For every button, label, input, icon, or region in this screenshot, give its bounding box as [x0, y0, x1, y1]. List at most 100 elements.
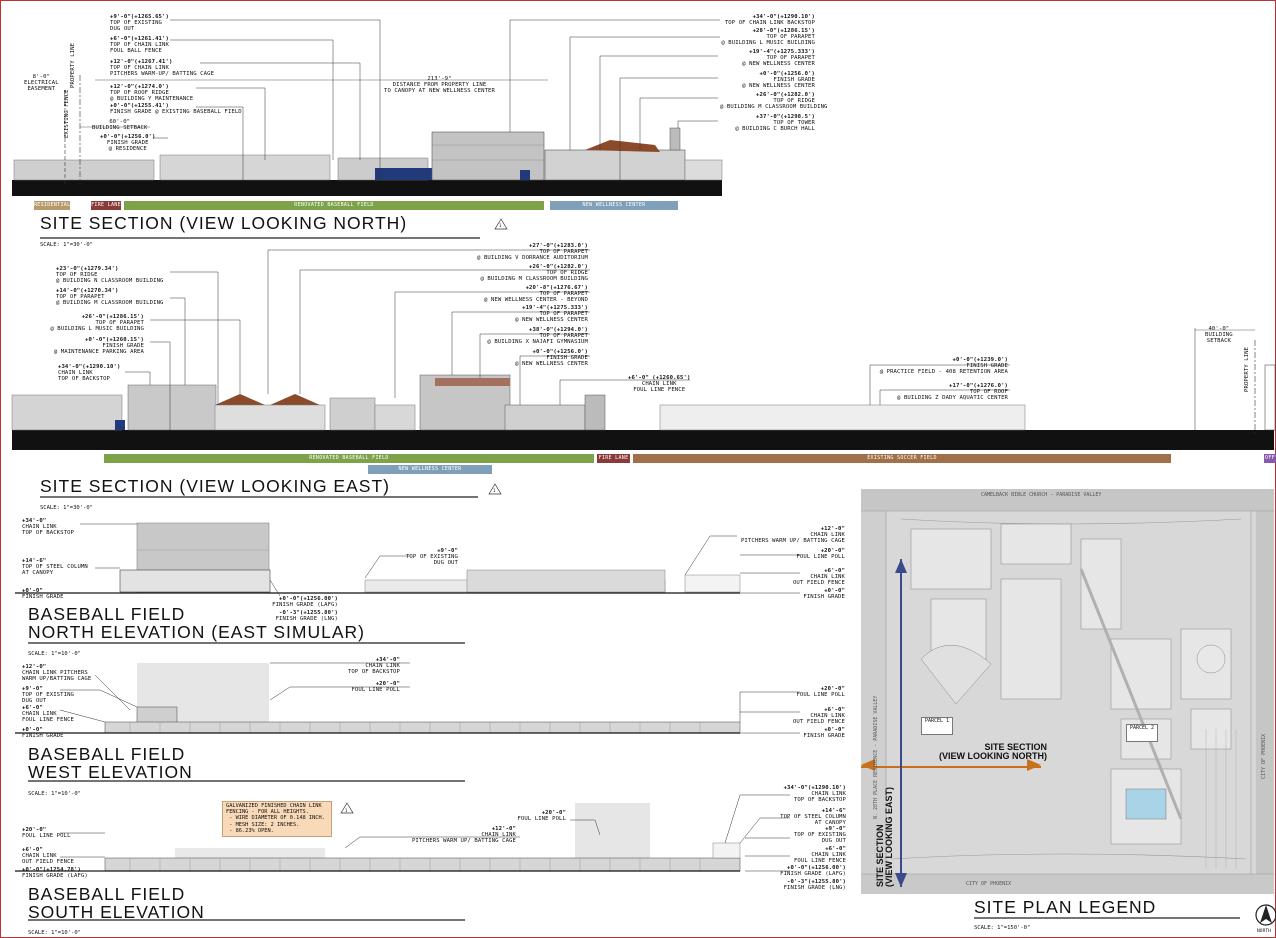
elev-label: +0'-0"(+1256.0') FINISH GRADE @ RESIDENC… [100, 134, 156, 152]
west-elevation-scale: SCALE: 1"=10'-0" [28, 791, 81, 797]
elev-label: +23'-0"(+1279.34') TOP OF RIDGE @ BUILDI… [56, 266, 164, 284]
drawing-sheet: +9'-0"(+1265.65') TOP OF EXISTING DUG OU… [0, 0, 1276, 938]
section-east-callout: SITE SECTION (VIEW LOOKING EAST) [875, 787, 894, 887]
existing-fence-label: EXISTING FENCE [64, 89, 70, 138]
elev-label: -0'-3"(+1255.80') FINISH GRADE (LNG) [275, 610, 338, 622]
property-line-label: PROPERTY LINE [70, 42, 76, 88]
band-baseball-field: RENOVATED BASEBALL FIELD [124, 201, 544, 210]
elev-label: +0'-0" FINISH GRADE [803, 727, 845, 739]
elev-label: +34'-0"(+1290.10') CHAIN LINK TOP OF BAC… [58, 364, 121, 382]
elev-label: +0'-0" FINISH GRADE [803, 588, 845, 600]
band-baseball-field: RENOVATED BASEBALL FIELD [104, 454, 594, 463]
south-elevation-scale: SCALE: 1"=10'-0" [28, 930, 81, 936]
section-north-scale: SCALE: 1"=30'-0" [40, 242, 93, 248]
site-plan-title: SITE PLAN LEGEND [974, 897, 1157, 917]
north-elevation-title-2: NORTH ELEVATION (EAST SIMULAR) [28, 622, 365, 642]
elev-label: +20'-0" FOUL LINE POLL [796, 548, 845, 560]
elev-label: -0'-3"(+1255.80') FINISH GRADE (LNG) [783, 879, 846, 891]
elev-label: +20'-0" FOUL LINE POLL [517, 810, 566, 822]
elev-label: +6'-0" (+1260.65') CHAIN LINK FOUL LINE … [628, 375, 691, 393]
elev-label: +9'-0"(+1265.65') TOP OF EXISTING DUG OU… [110, 14, 169, 32]
elev-label: +37'-0"(+1298.5') TOP OF TOWER @ BUILDIN… [735, 114, 815, 132]
elev-label: +14'-6" TOP OF STEEL COLUMN AT CANOPY [22, 558, 88, 576]
parcel-2: PARCEL 2 [1126, 724, 1158, 742]
band-off: OFF [1264, 454, 1276, 463]
north-elevation-scale: SCALE: 1"=10'-0" [28, 651, 81, 657]
elev-label: +34'-0"(+1290.10') TOP OF CHAIN LINK BAC… [724, 14, 815, 26]
elev-label: +27'-0"(+1283.0') TOP OF PARAPET @ BUILD… [477, 243, 588, 261]
elev-label: +6'-0" CHAIN LINK OUT FIELD FENCE [22, 847, 75, 865]
elev-label: +0'-0"(+1256.00') FINISH GRADE (LAFG) [780, 865, 846, 877]
elev-label: +6'-0" CHAIN LINK OUT FIELD FENCE [792, 568, 845, 586]
band-residential: RESIDENTIAL [34, 201, 70, 210]
elev-label: +19'-4"(+1275.333') TOP OF PARAPET @ NEW… [742, 49, 815, 67]
site-plan-right-label: CITY OF PHOENIX [1261, 733, 1267, 779]
elev-label: +14'-6" TOP OF STEEL COLUMN AT CANOPY [780, 808, 846, 826]
fencing-note: GALVANIZED FINISHED CHAIN LINK FENCING -… [222, 801, 332, 837]
band-soccer-field: EXISTING SOCCER FIELD [633, 454, 1171, 463]
elev-label: +9'-0" TOP OF EXISTING DUG OUT [405, 548, 458, 566]
setback-dim: 40'-0" BUILDING SETBACK [1205, 326, 1233, 344]
elev-label: +0'-0"(+1260.15') FINISH GRADE @ MAINTEN… [53, 337, 144, 355]
elev-label: +12'-0"(+1267.41') TOP OF CHAIN LINK PIT… [110, 59, 215, 77]
elev-label: +26'-0"(+1286.15') TOP OF PARAPET @ BUIL… [50, 314, 144, 332]
site-plan-aerial: CAMELBACK BIBLE CHURCH - PARADISE VALLEY… [861, 489, 1274, 894]
elev-label: +26'-0"(+1282.0') TOP OF RIDGE @ BUILDIN… [480, 264, 588, 282]
band-wellness-center: NEW WELLNESS CENTER [550, 201, 678, 210]
west-elevation-title-2: WEST ELEVATION [28, 762, 193, 782]
south-elevation-title-2: SOUTH ELEVATION [28, 902, 205, 922]
elev-label: +9'-0" TOP OF EXISTING DUG OUT [22, 686, 75, 704]
elev-label: +0'-0"(+1256.00') FINISH GRADE (LAFG) [272, 596, 338, 608]
elev-label: +0'-0"(+1255.41') FINISH GRADE @ EXISTIN… [110, 103, 242, 115]
elev-label: +6'-0"(+1261.41') TOP OF CHAIN LINK FOUL… [110, 36, 169, 54]
band-wellness-center: NEW WELLNESS CENTER [368, 465, 492, 474]
elev-label: +6'-0" CHAIN LINK OUT FIELD FENCE [792, 707, 845, 725]
south-elevation-title-1: BASEBALL FIELD [28, 884, 186, 904]
north-label: NORTH [1257, 929, 1272, 934]
west-elevation-title-1: BASEBALL FIELD [28, 744, 186, 764]
section-north-callout: SITE SECTION (VIEW LOOKING NORTH) [939, 742, 1047, 761]
elev-label: +12'-0" CHAIN LINK PITCHERS WARM UP/ BAT… [740, 526, 845, 544]
elev-label: +0'-0"(+1239.0') FINISH GRADE @ PRACTICE… [879, 357, 1008, 375]
site-plan-top-label: CAMELBACK BIBLE CHURCH - PARADISE VALLEY [981, 492, 1102, 498]
elev-label: +20'-0" FOUL LINE POLL [351, 681, 400, 693]
elev-label: +6'-0" CHAIN LINK FOUL LINE FENCE [22, 705, 75, 723]
north-elevation-title-1: BASEBALL FIELD [28, 604, 186, 624]
elev-label: +12'-0" CHAIN LINK PITCHERS WARM UP/ BAT… [411, 826, 516, 844]
distance-dim: 213'-9" DISTANCE FROM PROPERTY LINE TO C… [384, 76, 495, 94]
elev-label: +0'-0" FINISH GRADE [22, 727, 64, 739]
elev-label: +17'-0"(+1276.0') TOP OF ROOF @ BUILDING… [897, 383, 1008, 401]
elev-label: +0'-0"(+1256.0') FINISH GRADE @ NEW WELL… [515, 349, 588, 367]
elev-label: +12'-0" CHAIN LINK PITCHERS WARM UP/BATT… [22, 664, 92, 682]
site-plan-bottom-label: CITY OF PHOENIX [966, 881, 1012, 887]
revision-number: 1 [493, 488, 496, 493]
north-arrow-icon [1255, 904, 1276, 926]
elev-label: +9'-0" TOP OF EXISTING DUG OUT [793, 826, 846, 844]
elev-label: +19'-4"(+1275.333') TOP OF PARAPET @ NEW… [515, 305, 588, 323]
site-plan-linework [861, 489, 1274, 894]
elev-label: +20'-0" FOUL LINE POLL [796, 686, 845, 698]
section-east-title: SITE SECTION (VIEW LOOKING EAST) [40, 476, 390, 496]
elev-label: +28'-0"(+1286.15') TOP OF PARAPET @ BUIL… [721, 28, 815, 46]
easement-dim: 8'-0" ELECTRICAL EASEMENT [24, 74, 59, 92]
site-plan-scale: SCALE: 1"=150'-0" [974, 925, 1031, 931]
revision-number: 1 [499, 223, 502, 228]
section-north-title: SITE SECTION (VIEW LOOKING NORTH) [40, 213, 408, 233]
elev-label: +20'-0" FOUL LINE POLL [22, 827, 71, 839]
elev-label: +34'-0" CHAIN LINK TOP OF BACKSTOP [22, 518, 75, 536]
elev-label: +0'-0" FINISH GRADE [22, 588, 64, 600]
elev-label: +0'-0"(+1254.78') FINISH GRADE (LAFG) [22, 867, 88, 879]
elev-label: +34'-0" CHAIN LINK TOP OF BACKSTOP [347, 657, 400, 675]
north-elevation-drawing [15, 522, 741, 594]
elev-label: +0'-0"(+1256.0') FINISH GRADE @ NEW WELL… [742, 71, 815, 89]
elev-label: +20'-8"(+1276.67') TOP OF PARAPET @ NEW … [483, 285, 588, 303]
setback-dim: 60'-0" BUILDING SETBACK [92, 119, 148, 131]
elev-label: +14'-0"(+1270.34') TOP OF PARAPET @ BUIL… [56, 288, 164, 306]
elev-label: +38'-0"(+1294.0') TOP OF PARAPET @ BUILD… [487, 327, 588, 345]
property-line-label: PROPERTY LINE [1244, 346, 1250, 392]
elev-label: +26'-0"(+1282.0') TOP OF RIDGE @ BUILDIN… [720, 92, 828, 110]
elev-label: +12'-0"(+1274.0') TOP OF ROOF RIDGE @ BU… [110, 84, 194, 102]
parcel-1: PARCEL 1 [921, 717, 953, 735]
elev-label: +34'-0"(+1290.10') CHAIN LINK TOP OF BAC… [783, 785, 846, 803]
section-east-scale: SCALE: 1"=30'-0" [40, 505, 93, 511]
